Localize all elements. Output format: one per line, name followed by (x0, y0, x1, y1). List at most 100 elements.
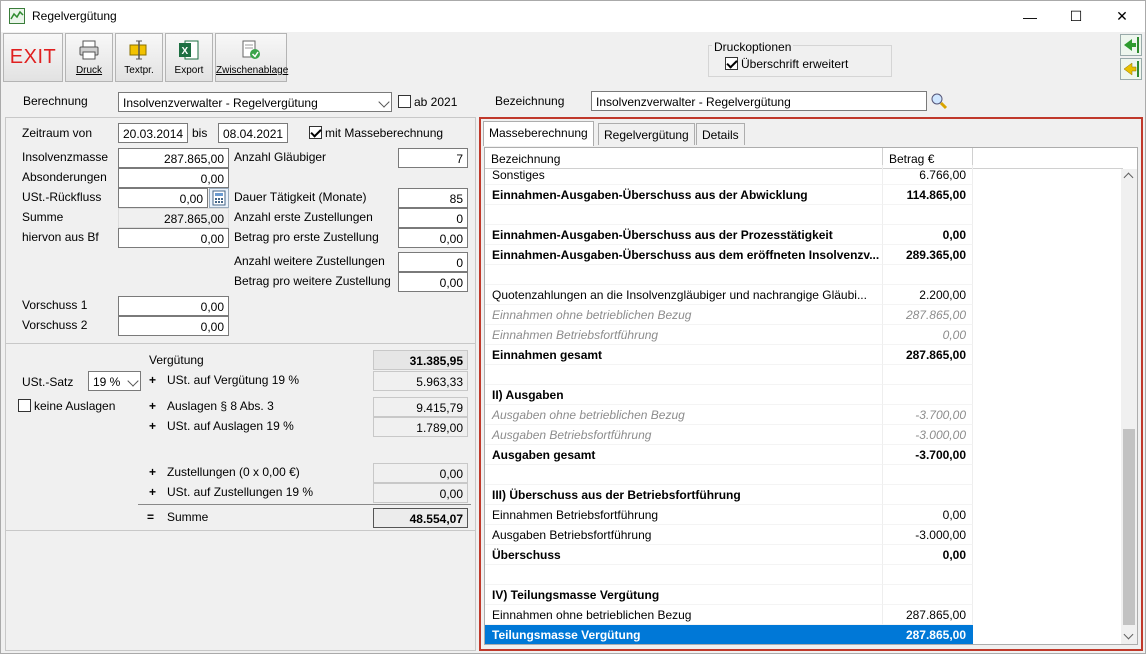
table-row[interactable]: Überschuss 0,00 (485, 545, 1123, 565)
dauer-label: Dauer Tätigkeit (Monate) (234, 190, 367, 204)
table-row[interactable]: Einnahmen ohne betrieblichen Bezug 287.86… (485, 605, 1123, 625)
table-row[interactable]: Einnahmen Betriebsfortführung 0,00 (485, 505, 1123, 525)
maximize-button[interactable]: ☐ (1053, 1, 1099, 32)
zeitraum-bis-input[interactable]: 08.04.2021 (218, 123, 288, 143)
table-row[interactable] (485, 365, 1123, 385)
absonderungen-input[interactable]: 0,00 (118, 168, 229, 188)
main-window: Regelvergütung — ☐ ✕ EXIT Druck Textpr. … (0, 0, 1146, 654)
tab-regelverguetung[interactable]: Regelvergütung (598, 123, 695, 145)
betrag-erste-input[interactable]: 0,00 (398, 228, 468, 248)
close-button[interactable]: ✕ (1099, 1, 1145, 32)
table-row[interactable]: Einnahmen-Ausgaben-Überschuss aus der Pr… (485, 225, 1123, 245)
ab2021-checkbox[interactable] (398, 95, 411, 108)
exit-button[interactable]: EXIT (3, 33, 63, 82)
anzahl-glaeubiger-input[interactable]: 7 (398, 148, 468, 168)
equals-sign: = (147, 510, 155, 524)
table-row[interactable]: Einnahmen-Ausgaben-Überschuss aus der Ab… (485, 185, 1123, 205)
ust-zustellungen-value: 0,00 (373, 483, 468, 503)
anzahl-erste-input[interactable]: 0 (398, 208, 468, 228)
calculator-icon[interactable] (209, 188, 229, 208)
table-row[interactable]: Einnahmen gesamt 287.865,00 (485, 345, 1123, 365)
table-row[interactable]: Einnahmen ohne betrieblichen Bezug 287.86… (485, 305, 1123, 325)
berechnung-select[interactable]: Insolvenzverwalter - Regelvergütung (118, 92, 392, 112)
plus-sign: + (149, 485, 157, 499)
exit-label: EXIT (9, 46, 57, 68)
summe-left-value: 287.865,00 (118, 208, 229, 228)
scroll-up-icon[interactable] (1123, 172, 1134, 183)
arrow-left-green-icon[interactable] (1120, 34, 1142, 56)
druck-button[interactable]: Druck (65, 33, 113, 82)
table-row[interactable]: Ausgaben gesamt -3.700,00 (485, 445, 1123, 465)
tab-details[interactable]: Details (696, 123, 745, 145)
absonderungen-label: Absonderungen (22, 170, 107, 184)
export-button[interactable]: X Export (165, 33, 213, 82)
bezeichnung-input[interactable]: Insolvenzverwalter - Regelvergütung (591, 91, 927, 111)
table-row[interactable]: III) Überschuss aus der Betriebsfortführ… (485, 485, 1123, 505)
ust-zustellungen-label: USt. auf Zustellungen 19 % (167, 485, 314, 499)
ust-rueckfluss-input[interactable]: 0,00 (118, 188, 208, 208)
row-value: -3.000,00 (883, 425, 973, 445)
row-value: 0,00 (883, 225, 973, 245)
mit-masse-checkbox[interactable] (309, 126, 322, 139)
table-row[interactable]: Quotenzahlungen an die Insolvenzgläubige… (485, 285, 1123, 305)
table-row[interactable]: Einnahmen-Ausgaben-Überschuss aus dem er… (485, 245, 1123, 265)
zwischenablage-label: Zwischenablage (216, 65, 289, 76)
table-row[interactable] (485, 205, 1123, 225)
row-label: Einnahmen-Ausgaben-Überschuss aus dem er… (485, 245, 883, 265)
table-row[interactable]: Ausgaben ohne betrieblichen Bezug -3.700,… (485, 405, 1123, 425)
table-row[interactable]: Teilungsmasse Vergütung 287.865,00 (485, 625, 1123, 644)
scroll-down-icon[interactable] (1123, 629, 1134, 640)
row-value: 289.365,00 (883, 245, 973, 265)
table-row[interactable]: Ausgaben Betriebsfortführung -3.000,00 (485, 525, 1123, 545)
vorschuss1-label: Vorschuss 1 (22, 298, 88, 312)
vorschuss1-input[interactable]: 0,00 (118, 296, 229, 316)
table-row[interactable]: IV) Teilungsmasse Vergütung (485, 585, 1123, 605)
row-label: IV) Teilungsmasse Vergütung (485, 585, 883, 605)
plus-sign: + (149, 419, 157, 433)
table-row[interactable]: II) Ausgaben (485, 385, 1123, 405)
ueberschrift-label: Überschrift erweitert (741, 57, 849, 71)
table-row[interactable] (485, 565, 1123, 585)
druckoptionen-title: Druckoptionen (712, 40, 794, 54)
table-row[interactable]: Ausgaben Betriebsfortführung -3.000,00 (485, 425, 1123, 445)
table-row[interactable]: Sonstiges 6.766,00 (485, 165, 1123, 185)
left-divider-2 (6, 530, 475, 531)
ueberschrift-checkbox[interactable] (725, 57, 738, 70)
grid-scrollbar[interactable] (1121, 169, 1137, 644)
scroll-thumb[interactable] (1123, 429, 1135, 625)
magnifier-icon[interactable] (929, 91, 949, 111)
vorschuss2-label: Vorschuss 2 (22, 318, 88, 332)
ust-verguetung-value: 5.963,33 (373, 371, 468, 391)
table-row[interactable]: Einnahmen Betriebsfortführung 0,00 (485, 325, 1123, 345)
close-icon: ✕ (1116, 8, 1128, 24)
row-value: 287.865,00 (883, 605, 973, 625)
betrag-weitere-input[interactable]: 0,00 (398, 272, 468, 292)
verguetung-value: 31.385,95 (373, 350, 468, 370)
ust-satz-select[interactable]: 19 % (88, 371, 141, 391)
hiervon-label: hiervon aus Bf (22, 230, 99, 244)
row-value: 0,00 (883, 325, 973, 345)
zeitraum-von-input[interactable]: 20.03.2014 (118, 123, 188, 143)
anzahl-weitere-input[interactable]: 0 (398, 252, 468, 272)
title-bar: Regelvergütung — ☐ ✕ (1, 1, 1145, 32)
keine-auslagen-checkbox[interactable] (18, 399, 31, 412)
ust-auslagen-label: USt. auf Auslagen 19 % (167, 419, 294, 433)
minimize-button[interactable]: — (1007, 1, 1053, 32)
vorschuss2-input[interactable]: 0,00 (118, 316, 229, 336)
arrow-left-yellow-icon[interactable] (1120, 58, 1142, 80)
summe-divider (138, 504, 471, 505)
table-row[interactable] (485, 465, 1123, 485)
textpr-button[interactable]: Textpr. (115, 33, 163, 82)
zwischenablage-button[interactable]: Zwischenablage (215, 33, 289, 82)
insolvenzmasse-label: Insolvenzmasse (22, 150, 109, 164)
anzahl-weitere-label: Anzahl weitere Zustellungen (234, 254, 385, 268)
row-label: Ausgaben ohne betrieblichen Bezug (485, 405, 883, 425)
hiervon-input[interactable]: 0,00 (118, 228, 229, 248)
table-row[interactable] (485, 265, 1123, 285)
row-value: -3.000,00 (883, 525, 973, 545)
dauer-input[interactable]: 85 (398, 188, 468, 208)
svg-text:X: X (182, 46, 189, 57)
insolvenzmasse-input[interactable]: 287.865,00 (118, 148, 229, 168)
tab-masseberechnung[interactable]: Masseberechnung (483, 121, 594, 146)
row-value: 287.865,00 (883, 625, 973, 644)
